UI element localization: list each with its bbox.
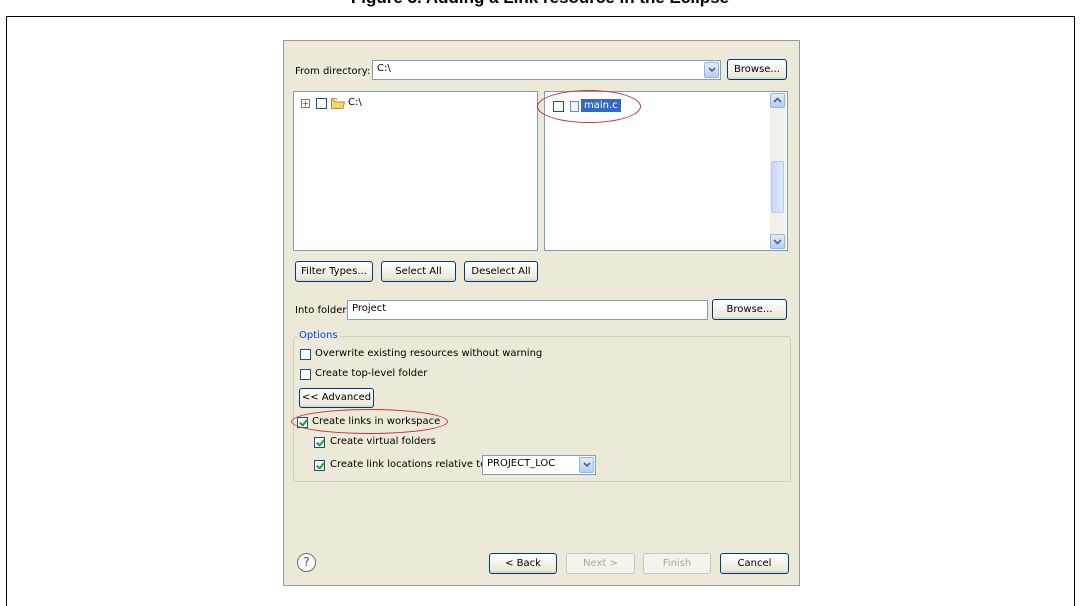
scroll-up-button[interactable] — [770, 93, 785, 108]
chevron-down-icon[interactable] — [704, 62, 719, 78]
relative-checkbox[interactable] — [314, 460, 325, 471]
virtual-folders-checkbox[interactable] — [314, 437, 325, 448]
overwrite-checkbox[interactable] — [300, 349, 311, 360]
finish-button[interactable]: Finish — [643, 553, 711, 574]
import-dialog: From directory: C:\ Browse... + C:\ main… — [283, 40, 800, 586]
annotation-ellipse — [537, 90, 641, 123]
advanced-button[interactable]: << Advanced — [299, 388, 374, 408]
from-directory-label: From directory: — [295, 66, 371, 77]
options-title: Options — [297, 330, 340, 341]
help-icon[interactable]: ? — [297, 553, 316, 572]
cancel-button[interactable]: Cancel — [720, 553, 789, 574]
annotation-ellipse — [291, 409, 448, 434]
chevron-down-icon[interactable] — [579, 457, 594, 473]
top-level-checkbox[interactable] — [300, 369, 311, 380]
tree-root-checkbox[interactable] — [316, 98, 327, 109]
scroll-thumb[interactable] — [771, 161, 784, 213]
relative-combo[interactable]: PROJECT_LOC — [482, 455, 596, 475]
scroll-down-button[interactable] — [770, 234, 785, 249]
virtual-folders-label: Create virtual folders — [330, 436, 436, 447]
filter-types-button[interactable]: Filter Types... — [295, 261, 373, 282]
deselect-all-button[interactable]: Deselect All — [464, 261, 538, 282]
next-button[interactable]: Next > — [566, 553, 635, 574]
relative-value: PROJECT_LOC — [487, 458, 556, 469]
relative-label: Create link locations relative to: — [330, 459, 490, 470]
from-directory-combo[interactable]: C:\ — [372, 60, 721, 80]
from-directory-value: C:\ — [377, 63, 391, 74]
folder-tree-panel[interactable]: + C:\ — [293, 91, 538, 251]
figure-caption: Figure 3. Adding a Link resource in the … — [0, 0, 1080, 8]
expand-icon[interactable]: + — [301, 99, 310, 108]
browse-button[interactable]: Browse... — [727, 59, 787, 80]
overwrite-label: Overwrite existing resources without war… — [315, 348, 543, 359]
scrollbar[interactable] — [770, 93, 786, 249]
back-button[interactable]: < Back — [489, 553, 557, 574]
top-level-label: Create top-level folder — [315, 368, 428, 379]
file-list-panel[interactable]: main.c — [537, 90, 788, 251]
select-all-button[interactable]: Select All — [381, 261, 456, 282]
into-folder-browse-button[interactable]: Browse... — [712, 299, 787, 320]
tree-root-label: C:\ — [348, 97, 362, 108]
into-folder-input[interactable]: Project — [347, 300, 708, 320]
folder-icon — [331, 98, 346, 112]
into-folder-label: Into folder: — [295, 305, 350, 316]
